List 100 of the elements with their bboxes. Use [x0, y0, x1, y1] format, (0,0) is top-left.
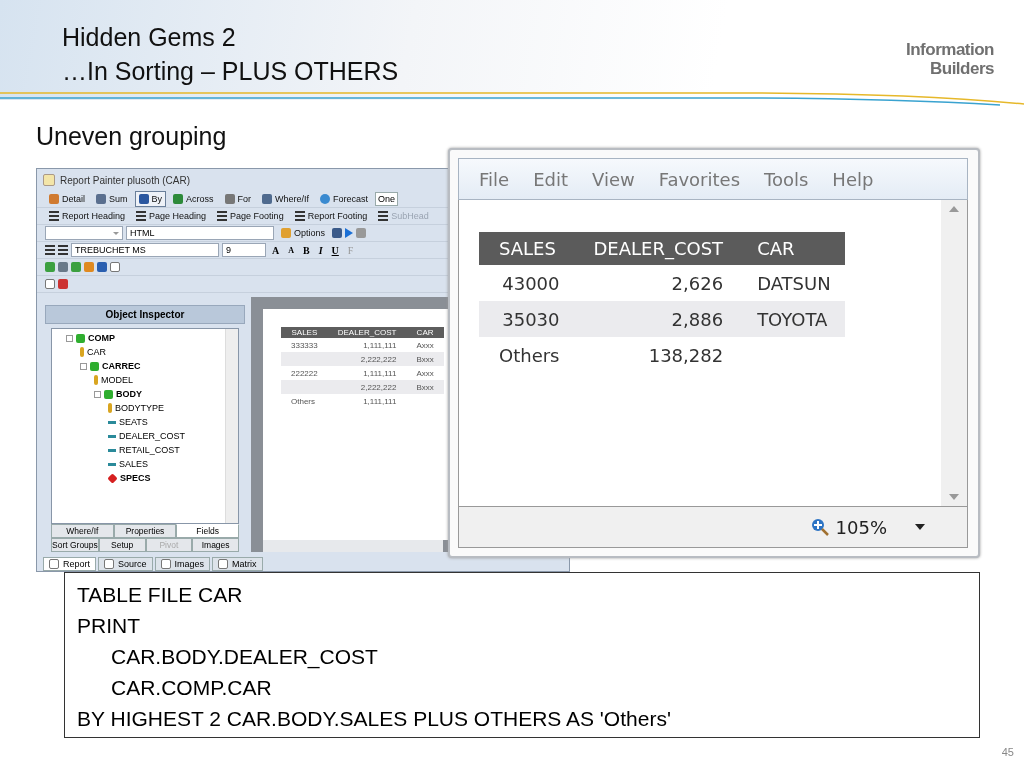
- toolbar-button[interactable]: For: [220, 191, 256, 207]
- field-icon: [108, 434, 116, 438]
- toolbar-button[interactable]: Detail: [45, 191, 89, 207]
- menu-item[interactable]: Edit: [533, 168, 568, 190]
- segment-icon: [90, 361, 99, 371]
- inspector-tab[interactable]: Properties: [113, 524, 177, 538]
- inspector-tab[interactable]: Fields: [176, 524, 239, 538]
- table-cell: 1,111,111: [327, 338, 407, 352]
- column-header: DEALER_COST: [327, 327, 407, 338]
- font-dropdown[interactable]: TREBUCHET MS: [71, 243, 219, 257]
- page-number: 45: [1001, 746, 1014, 758]
- view-tab[interactable]: Matrix: [212, 557, 263, 571]
- code-line: PRINT: [77, 613, 141, 639]
- options-button[interactable]: Options: [277, 225, 330, 241]
- table-cell: 1,111,111: [327, 366, 407, 380]
- toolbar-button[interactable]: Page Heading: [132, 208, 211, 224]
- font-size-dropdown[interactable]: 9: [222, 243, 266, 257]
- table-cell: Bxxx: [406, 380, 444, 394]
- text-style-button[interactable]: B: [300, 244, 313, 256]
- menu-item[interactable]: Favorites: [658, 168, 740, 190]
- tree-item[interactable]: BODY: [116, 389, 142, 399]
- tree-item[interactable]: SALES: [119, 459, 149, 469]
- table-cell: 2,222,222: [327, 352, 407, 366]
- format-dropdown[interactable]: HTML: [126, 226, 274, 240]
- table-cell: 2,222,222: [327, 380, 407, 394]
- view-tab[interactable]: Report: [43, 557, 96, 571]
- view-tab[interactable]: Source: [98, 557, 153, 571]
- scroll-down-icon[interactable]: [949, 494, 959, 500]
- toolbar-button[interactable]: Sum: [92, 191, 132, 207]
- scrollbar[interactable]: [225, 329, 238, 523]
- segment-icon: [104, 389, 113, 399]
- inspector-tab[interactable]: Setup: [98, 538, 146, 552]
- column-header: CAR: [406, 327, 444, 338]
- scrollbar[interactable]: [263, 540, 443, 552]
- field-icon: [108, 420, 116, 424]
- text-style-button[interactable]: U: [328, 244, 342, 256]
- tree-item[interactable]: CARREC: [102, 361, 141, 371]
- slide-title: Hidden Gems 2: [62, 22, 237, 53]
- column-header: DEALER_COST: [573, 232, 738, 265]
- key-icon: [80, 347, 84, 357]
- collapse-icon[interactable]: [66, 334, 73, 342]
- text-style-button[interactable]: A: [285, 245, 297, 255]
- menu-item[interactable]: Help: [832, 168, 874, 190]
- menu-item[interactable]: Tools: [764, 168, 809, 190]
- column-header: SALES: [479, 232, 574, 265]
- zoom-icon[interactable]: [809, 517, 830, 537]
- toolbar-button[interactable]: Report Heading: [45, 208, 130, 224]
- logo-text: Builders: [929, 59, 994, 78]
- tree-item[interactable]: BODYTYPE: [115, 403, 164, 413]
- scroll-up-icon[interactable]: [949, 206, 959, 212]
- scrollbar[interactable]: [941, 200, 967, 506]
- table-cell: 1,111,111: [327, 394, 407, 408]
- text-style-button[interactable]: I: [315, 244, 326, 256]
- inspector-tab[interactable]: Sort Groups: [51, 538, 99, 552]
- text-style-button[interactable]: A: [269, 244, 283, 256]
- table-cell: Axxx: [406, 366, 444, 380]
- tree-item[interactable]: SEATS: [119, 417, 148, 427]
- code-line: CAR.BODY.DEALER_COST: [110, 644, 379, 671]
- tree-item[interactable]: MODEL: [101, 375, 133, 385]
- segment-icon: [107, 472, 118, 484]
- toolbar-field[interactable]: One: [375, 192, 399, 206]
- logo-text: Information: [906, 40, 994, 59]
- tree-item[interactable]: COMP: [88, 333, 115, 343]
- view-tab[interactable]: Images: [154, 557, 211, 571]
- slide-heading: Uneven grouping: [36, 122, 227, 151]
- table-cell: Others: [479, 337, 574, 373]
- tree-item[interactable]: DEALER_COST: [119, 431, 186, 441]
- inspector-header: Object Inspector: [45, 305, 245, 324]
- collapse-icon[interactable]: [94, 390, 101, 398]
- toolbar-button[interactable]: By: [134, 191, 167, 207]
- toolbar-button[interactable]: Page Footing: [213, 208, 288, 224]
- tree-item[interactable]: SPECS: [120, 473, 151, 483]
- column-header: CAR: [737, 232, 845, 265]
- style-dropdown[interactable]: [45, 226, 123, 240]
- inspector-tab[interactable]: Images: [192, 538, 239, 552]
- toolbar-button[interactable]: Where/If: [258, 191, 314, 207]
- table-cell: TOYOTA: [737, 301, 845, 337]
- table-cell: Axxx: [406, 338, 444, 352]
- toolbar-button[interactable]: Forecast: [316, 191, 373, 207]
- menu-item[interactable]: File: [479, 168, 510, 190]
- table-cell: 138,282: [573, 337, 738, 373]
- toolbar-button[interactable]: Report Footing: [290, 208, 372, 224]
- inspector-tab[interactable]: Where/If: [51, 524, 114, 538]
- code-line: CAR.COMP.CAR: [110, 675, 273, 701]
- toolbar-button[interactable]: Across: [169, 191, 218, 207]
- key-icon: [94, 375, 98, 385]
- zoom-level[interactable]: 105%: [835, 516, 887, 538]
- tree-item[interactable]: CAR: [87, 347, 106, 357]
- slide-subtitle: …In Sorting – PLUS OTHERS: [62, 56, 399, 87]
- field-icon: [108, 448, 116, 452]
- window-title: Report Painter plusoth (CAR): [60, 174, 191, 186]
- dropdown-caret-icon[interactable]: [915, 524, 925, 530]
- table-cell: 333333: [281, 338, 328, 352]
- tree-item[interactable]: RETAIL_COST: [119, 445, 180, 455]
- table-cell: 43000: [479, 265, 574, 301]
- table-cell: 2,626: [573, 265, 738, 301]
- menu-item[interactable]: View: [592, 168, 635, 190]
- table-cell: Others: [281, 394, 328, 408]
- collapse-icon[interactable]: [80, 362, 87, 370]
- field-icon: [108, 462, 116, 466]
